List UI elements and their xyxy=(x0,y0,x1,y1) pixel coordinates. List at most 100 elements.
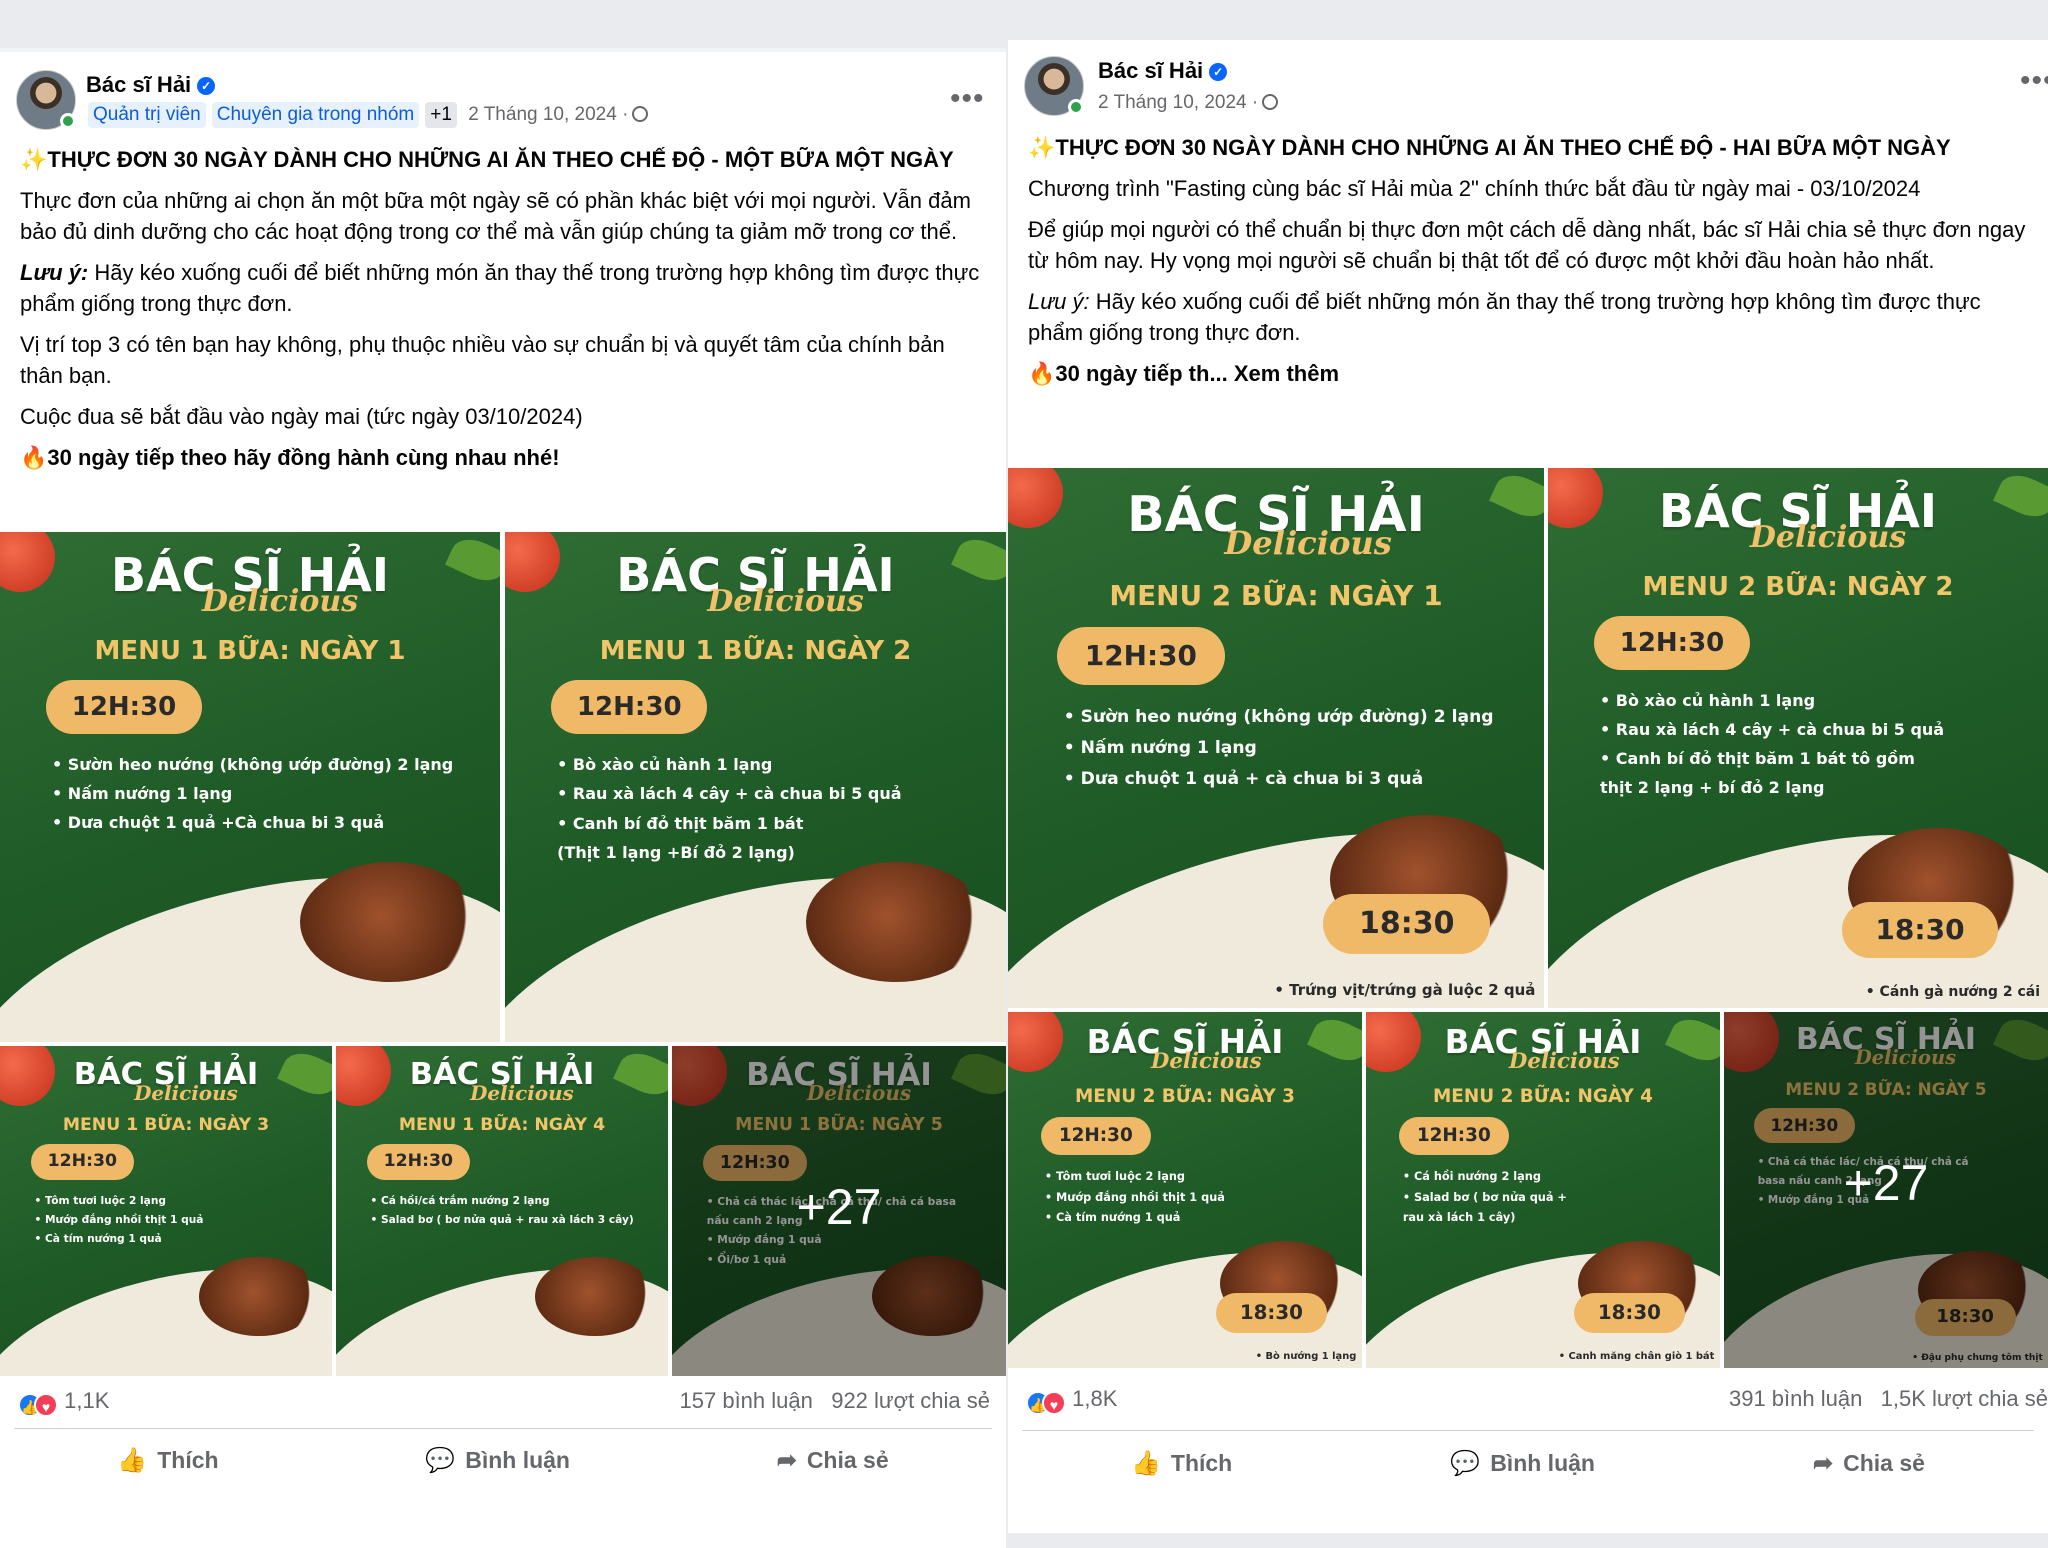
tag-admin[interactable]: Quản trị viên xyxy=(88,102,206,128)
menu-image-tile[interactable]: BÁC SĨ HẢI Delicious MENU 2 BỮA: NGÀY 2 12H… xyxy=(1548,468,2048,1008)
call-to-action: 30 ngày tiếp theo hãy đồng hành cùng nha… xyxy=(47,445,560,470)
post-one-meal: Bác sĩ Hải ✓ Quản trị viên Chuyên gia tron… xyxy=(0,48,1006,1548)
share-icon: ➦ xyxy=(1813,1450,1834,1477)
menu-items: • Bò xào củ hành 1 lạng • Rau xà lách 4 c… xyxy=(1600,686,1944,802)
menu-brand-script: Delicious xyxy=(134,1080,238,1105)
menu-items: • Cá hồi/cá trắm nướng 2 lạng • Salad bơ … xyxy=(371,1191,634,1230)
post-body: ✨THỰC ĐƠN 30 NGÀY DÀNH CHO NHỮNG AI ĂN T… xyxy=(20,144,990,483)
reaction-summary[interactable]: 👍 ♥ 1,1K xyxy=(18,1388,109,1417)
menu-image-tile[interactable]: BÁC SĨ HẢI Delicious MENU 1 BỮA: NGÀY 1 12H… xyxy=(0,532,500,1042)
tag-group-expert[interactable]: Chuyên gia trong nhóm xyxy=(211,102,420,128)
paragraph: Thực đơn của những ai chọn ăn một bữa mộ… xyxy=(20,188,971,244)
menu-brand-script: Delicious xyxy=(707,584,864,620)
menu-item: • Nấm nướng 1 lạng xyxy=(1063,737,1257,758)
online-status-icon xyxy=(60,113,76,129)
menu-brand-script: Delicious xyxy=(1224,523,1392,562)
menu-day-heading: MENU 1 BỮA: NGÀY 1 xyxy=(94,636,406,666)
comment-count[interactable]: 157 bình luận xyxy=(680,1388,813,1413)
menu-image-tile[interactable]: BÁC SĨ HẢI Delicious MENU 2 BỮA: NGÀY 1 12H… xyxy=(1008,468,1544,1008)
lunch-time-badge: 12H:30 xyxy=(366,1144,471,1181)
post-header: Bác sĩ Hải ✓ Quản trị viên Chuyên gia tron… xyxy=(0,52,1006,142)
note-label: Lưu ý: xyxy=(20,260,89,285)
reaction-summary[interactable]: 👍 ♥ 1,8K xyxy=(1026,1386,1117,1415)
menu-image-tile[interactable]: BÁC SĨ HẢI Delicious MENU 2 BỮA: NGÀY 5 12H… xyxy=(1724,1012,2048,1368)
food-photo xyxy=(199,1256,319,1337)
author-name[interactable]: Bác sĩ Hải ✓ xyxy=(1098,58,1228,84)
menu-item: rau xà lách 1 cây) xyxy=(1402,1210,1516,1225)
comment-icon: 💬 xyxy=(425,1447,456,1474)
comment-button[interactable]: 💬 Bình luận xyxy=(1450,1431,1595,1494)
menu-brand-script: Delicious xyxy=(1508,1048,1620,1074)
sparkles-icon: ✨ xyxy=(20,147,48,172)
menu-image-tile[interactable]: BÁC SĨ HẢI Delicious MENU 1 BỮA: NGÀY 3 12H… xyxy=(0,1046,332,1376)
like-button[interactable]: 👍 Thích xyxy=(1131,1431,1232,1494)
menu-day-heading: MENU 2 BỮA: NGÀY 3 xyxy=(1075,1085,1295,1107)
menu-item: • Sườn heo nướng (không ướp đường) 2 lạn… xyxy=(52,755,454,774)
menu-day-heading: MENU 2 BỮA: NGÀY 2 xyxy=(1642,572,1954,602)
see-more-link[interactable]: 30 ngày tiếp th... Xem thêm xyxy=(1055,361,1339,386)
menu-items: • Tôm tươi luộc 2 lạng • Mướp đắng nhồi t… xyxy=(1045,1166,1225,1228)
menu-day-heading: MENU 1 BỮA: NGÀY 2 xyxy=(599,636,912,667)
more-photos-count[interactable]: +27 xyxy=(672,1178,1006,1236)
avatar[interactable] xyxy=(16,70,76,130)
menu-item: • Bò xào củ hành 1 lạng xyxy=(557,755,773,775)
author-name-text[interactable]: Bác sĩ Hải xyxy=(86,72,191,97)
share-icon: ➦ xyxy=(776,1447,797,1474)
like-button[interactable]: 👍 Thích xyxy=(117,1429,218,1490)
menu-items: • Sườn heo nướng (không ướp đường) 2 lạn… xyxy=(52,750,453,837)
paragraph: Hãy kéo xuống cuối để biết những món ăn … xyxy=(20,260,980,316)
comment-button[interactable]: 💬 Bình luận xyxy=(425,1429,570,1490)
menu-item: • Sườn heo nướng (không ướp đường) 2 lạn… xyxy=(1063,706,1494,727)
more-options-icon[interactable]: ••• xyxy=(2020,64,2048,98)
share-button[interactable]: ➦ Chia sẻ xyxy=(777,1429,889,1490)
engagement-stats: 391 bình luận 1,5K lượt chia sẻ xyxy=(1729,1386,2048,1412)
author-name[interactable]: Bác sĩ Hải ✓ xyxy=(86,72,216,98)
menu-brand-script: Delicious xyxy=(201,584,359,619)
menu-brand-script: Delicious xyxy=(470,1080,574,1105)
action-bar: 👍 Thích 💬 Bình luận ➦ Chia sẻ xyxy=(14,1428,992,1490)
reaction-count[interactable]: 1,1K xyxy=(64,1388,109,1413)
menu-day-heading: MENU 2 BỮA: NGÀY 4 xyxy=(1433,1085,1653,1107)
menu-image-tile[interactable]: BÁC SĨ HẢI Delicious MENU 1 BỮA: NGÀY 5 12H… xyxy=(672,1046,1006,1376)
comment-count[interactable]: 391 bình luận xyxy=(1729,1386,1862,1411)
share-count[interactable]: 1,5K lượt chia sẻ xyxy=(1881,1386,2048,1411)
post-meta: Quản trị viên Chuyên gia trong nhóm +1 2 T… xyxy=(88,102,649,128)
dinner-time-badge: 18:30 xyxy=(1842,902,1998,958)
globe-icon xyxy=(632,106,649,122)
menu-item: • Bò xào củ hành 1 lạng xyxy=(1600,691,1816,710)
more-photos-count[interactable]: +27 xyxy=(1724,1154,2048,1212)
dinner-menu-item: • Bò nướng 1 lạng xyxy=(1255,1351,1357,1363)
share-label: Chia sẻ xyxy=(1843,1450,1925,1476)
photo-grid: BÁC SĨ HẢI Delicious MENU 1 BỮA: NGÀY 1 12H… xyxy=(0,532,1006,1376)
menu-item: • Rau xà lách 4 cây + cà chua bi 5 quả xyxy=(557,784,902,804)
food-photo xyxy=(805,861,986,982)
menu-image-tile[interactable]: BÁC SĨ HẢI Delicious MENU 2 BỮA: NGÀY 3 12H… xyxy=(1008,1012,1362,1368)
post-date[interactable]: 2 Tháng 10, 2024 · xyxy=(468,104,628,125)
food-photo xyxy=(300,862,480,982)
share-button[interactable]: ➦ Chia sẻ xyxy=(1813,1431,1925,1494)
more-options-icon[interactable]: ••• xyxy=(950,82,985,116)
dinner-time-badge: 18:30 xyxy=(1216,1292,1327,1333)
thumbs-up-icon: 👍 xyxy=(117,1447,148,1474)
dinner-time-badge: 18:30 xyxy=(1323,894,1491,955)
author-name-text[interactable]: Bác sĩ Hải xyxy=(1098,58,1203,83)
paragraph: Cuộc đua sẽ bắt đầu vào ngày mai (tức ng… xyxy=(20,404,583,429)
menu-image-tile[interactable]: BÁC SĨ HẢI Delicious MENU 1 BỮA: NGÀY 2 12H… xyxy=(505,532,1006,1042)
menu-day-heading: MENU 2 BỮA: NGÀY 1 xyxy=(1109,579,1443,613)
menu-image-tile[interactable]: BÁC SĨ HẢI Delicious MENU 2 BỮA: NGÀY 4 12H… xyxy=(1366,1012,1720,1368)
menu-item: • Mướp đắng nhồi thịt 1 quả xyxy=(1044,1189,1225,1204)
menu-image-tile[interactable]: BÁC SĨ HẢI Delicious MENU 1 BỮA: NGÀY 4 12H… xyxy=(336,1046,668,1376)
paragraph: Hãy kéo xuống cuối để biết những món ăn … xyxy=(1028,289,1981,345)
share-count[interactable]: 922 lượt chia sẻ xyxy=(831,1388,990,1413)
menu-item: • Dưa chuột 1 quả +Cà chua bi 3 quả xyxy=(52,813,385,832)
like-label: Thích xyxy=(1170,1450,1233,1476)
reaction-count[interactable]: 1,8K xyxy=(1072,1386,1117,1411)
tag-more[interactable]: +1 xyxy=(425,102,457,128)
post-date[interactable]: 2 Tháng 10, 2024 · xyxy=(1098,92,1258,113)
food-photo xyxy=(535,1256,655,1337)
sparkles-icon: ✨ xyxy=(1028,135,1056,160)
menu-item: • Tôm tươi luộc 2 lạng xyxy=(34,1193,166,1207)
online-status-icon xyxy=(1068,99,1084,115)
verified-badge-icon: ✓ xyxy=(1209,63,1228,81)
avatar[interactable] xyxy=(1024,56,1084,116)
